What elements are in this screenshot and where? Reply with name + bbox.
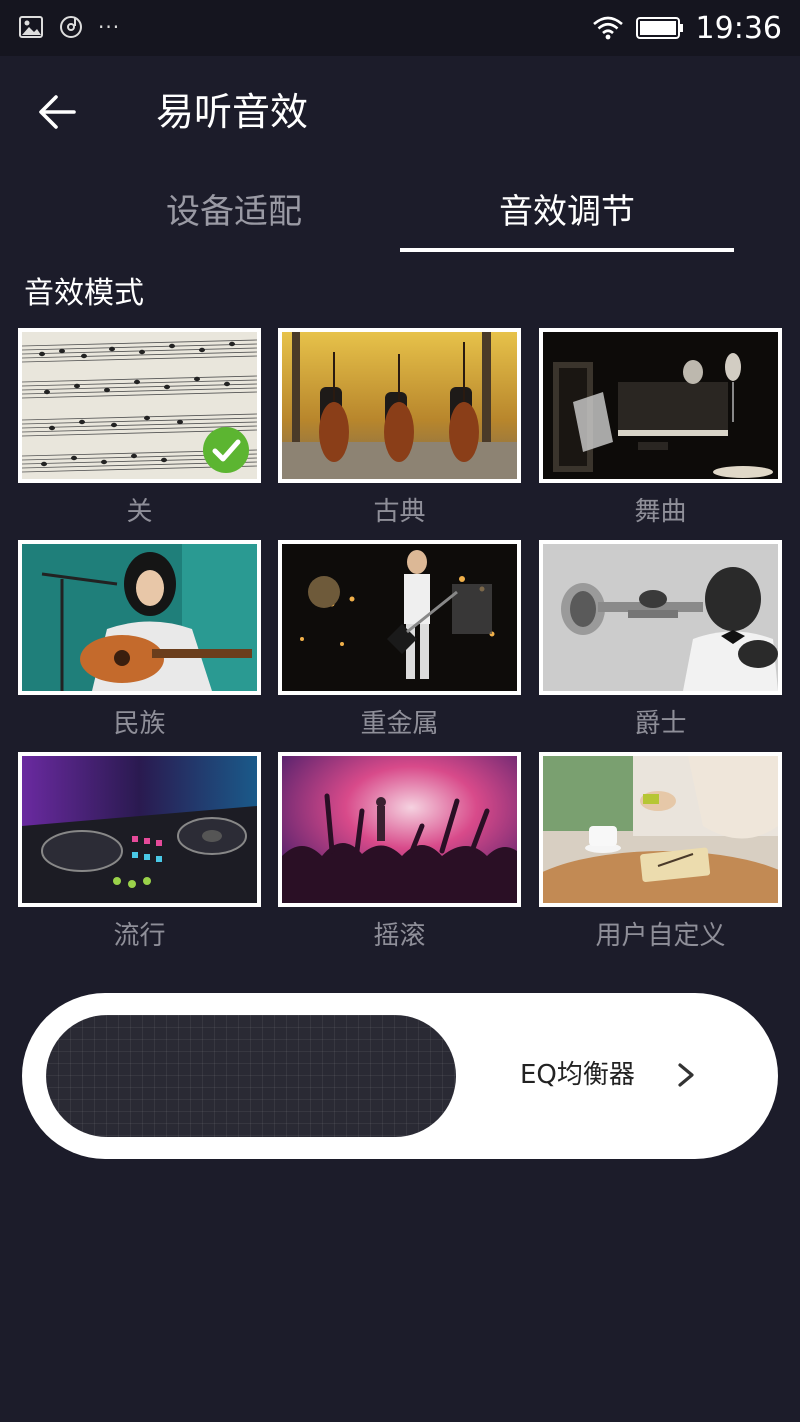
wifi-icon [592, 16, 623, 40]
tab-device-adapt[interactable]: 设备适配 [68, 180, 400, 244]
mode-label-dance: 舞曲 [634, 497, 687, 527]
mode-label-classical: 古典 [373, 497, 426, 527]
mode-card-off[interactable]: 关 [18, 328, 261, 529]
page-title: 易听音效 [156, 90, 309, 134]
mode-thumb-custom[interactable] [539, 752, 782, 907]
mode-label-folk: 民族 [113, 709, 166, 739]
mode-label-off: 关 [126, 497, 153, 527]
mode-thumb-rock[interactable] [278, 752, 521, 907]
section-title: 音效模式 [24, 276, 144, 311]
battery-icon [635, 17, 683, 39]
concert-crowd-image [282, 756, 517, 903]
tab-active-indicator [400, 248, 734, 252]
mode-thumb-pop[interactable] [18, 752, 261, 907]
mode-card-classical[interactable]: 古典 [278, 328, 521, 529]
eq-label: EQ均衡器 [520, 1060, 635, 1090]
status-time: 19:36 [695, 10, 782, 46]
chevron-right-icon[interactable] [672, 1057, 700, 1093]
mode-card-custom[interactable]: 用户自定义 [539, 752, 782, 953]
mode-card-rock[interactable]: 摇滚 [278, 752, 521, 953]
selected-check-icon [203, 427, 249, 473]
mode-card-dance[interactable]: 舞曲 [539, 328, 782, 529]
mode-label-custom: 用户自定义 [595, 921, 726, 951]
mode-thumb-classical[interactable] [278, 328, 521, 483]
cafe-phone-image [543, 756, 778, 903]
mode-label-heavy-metal: 重金属 [360, 709, 439, 739]
tab-effect-adjust[interactable]: 音效调节 [400, 180, 734, 244]
mode-label-jazz: 爵士 [634, 709, 687, 739]
more-dots-icon: ··· [98, 15, 121, 39]
mode-thumb-off[interactable] [18, 328, 261, 483]
mode-thumb-folk[interactable] [18, 540, 261, 695]
mode-thumb-dance[interactable] [539, 328, 782, 483]
guitar-singer-image [22, 544, 257, 691]
eq-equalizer-button[interactable]: EQ均衡器 [22, 993, 778, 1159]
rock-guitarist-image [282, 544, 517, 691]
app-bar: 易听音效 [0, 56, 800, 172]
mode-card-jazz[interactable]: 爵士 [539, 540, 782, 741]
mode-thumb-heavy-metal[interactable] [278, 540, 521, 695]
eq-preview-graph [46, 1015, 456, 1137]
tab-bar: 设备适配 音效调节 [0, 180, 800, 256]
status-bar-left: ··· [18, 14, 120, 40]
status-bar-right: 19:36 [592, 8, 782, 48]
music-disc-icon [60, 16, 82, 38]
image-icon [19, 16, 43, 38]
cellists-image [282, 332, 517, 479]
mode-thumb-jazz[interactable] [539, 540, 782, 695]
trumpet-player-image [543, 544, 778, 691]
mode-label-rock: 摇滚 [373, 921, 426, 951]
dj-deck-image [22, 756, 257, 903]
mode-card-pop[interactable]: 流行 [18, 752, 261, 953]
mode-label-pop: 流行 [113, 921, 166, 951]
mode-card-folk[interactable]: 民族 [18, 540, 261, 741]
mode-card-heavy-metal[interactable]: 重金属 [278, 540, 521, 741]
status-bar: ··· 19:36 [0, 0, 800, 56]
studio-piano-image [543, 332, 778, 479]
arrow-left-icon[interactable] [30, 84, 86, 140]
